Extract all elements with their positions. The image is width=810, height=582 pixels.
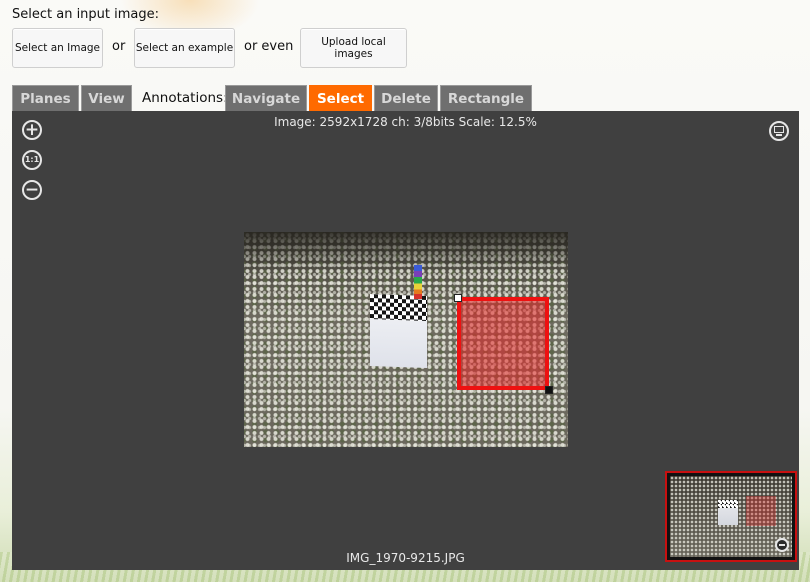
- resize-handle-top-left[interactable]: [454, 294, 462, 302]
- tab-navigate[interactable]: Navigate: [225, 85, 307, 111]
- zoom-reset-icon[interactable]: 1:1: [22, 150, 42, 170]
- fullscreen-stand-shape: [776, 134, 782, 136]
- separator-or: or: [112, 39, 126, 54]
- separator-or-even: or even: [244, 39, 294, 54]
- tab-select[interactable]: Select: [309, 85, 372, 111]
- resize-handle-bottom-right[interactable]: [545, 386, 553, 394]
- tab-planes[interactable]: Planes: [12, 85, 79, 111]
- color-chart: [414, 265, 422, 299]
- photo-shadow: [244, 232, 568, 272]
- annotations-label: Annotations:: [142, 90, 228, 106]
- minimize-icon[interactable]: [775, 538, 789, 552]
- select-image-button[interactable]: Select an Image: [12, 28, 103, 68]
- image-info: Image: 2592x1728 ch: 3/8bits Scale: 12.5…: [274, 115, 537, 129]
- tab-rectangle[interactable]: Rectangle: [440, 85, 532, 111]
- tab-delete[interactable]: Delete: [374, 85, 438, 111]
- zoom-out-icon[interactable]: −: [22, 180, 42, 200]
- zoom-in-icon[interactable]: +: [22, 120, 42, 140]
- fullscreen-screen-shape: [774, 126, 784, 133]
- upload-local-images-button[interactable]: Upload local images: [300, 28, 407, 68]
- navigator-thumbnail[interactable]: [665, 471, 797, 562]
- tab-view[interactable]: View: [81, 85, 132, 111]
- image-filename: IMG_1970-9215.JPG: [346, 551, 465, 565]
- selected-rectangle-annotation[interactable]: [457, 297, 549, 390]
- fullscreen-icon[interactable]: [769, 121, 789, 141]
- thumbnail-selection: [746, 496, 776, 526]
- select-example-button[interactable]: Select an example: [134, 28, 235, 68]
- calibration-card: [370, 294, 427, 368]
- input-prompt: Select an input image:: [12, 7, 160, 22]
- thumbnail-card: [718, 500, 738, 525]
- image-viewer[interactable]: Image: 2592x1728 ch: 3/8bits Scale: 12.5…: [12, 111, 799, 570]
